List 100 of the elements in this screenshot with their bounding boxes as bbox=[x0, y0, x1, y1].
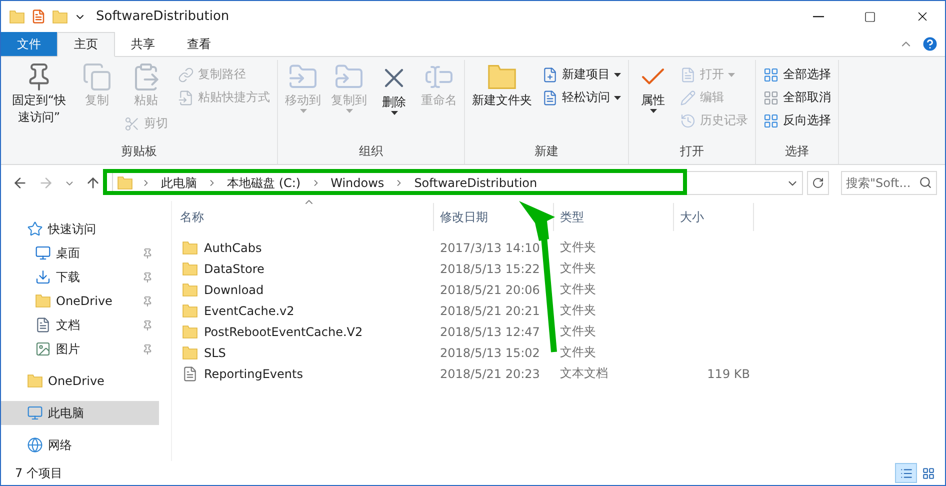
window-title: SoftwareDistribution bbox=[96, 9, 230, 24]
document-icon bbox=[182, 366, 198, 382]
download-icon bbox=[35, 269, 51, 285]
column-header[interactable]: 大小 bbox=[674, 203, 754, 231]
refresh-button[interactable] bbox=[807, 171, 829, 195]
caret-icon bbox=[728, 72, 735, 76]
address-bar[interactable]: 此电脑 本地磁盘 (C:) Windows SoftwareDistribution bbox=[112, 171, 803, 195]
ribbon-button[interactable]: 新建项目 bbox=[539, 64, 624, 85]
copy-icon bbox=[82, 62, 112, 92]
table-cell-text: 文本文档 bbox=[559, 365, 609, 382]
ribbon-button[interactable]: 全部取消 bbox=[760, 87, 834, 108]
table-cell-text: 2018/5/13 15:22 bbox=[439, 262, 541, 276]
table-cell-text: 119 KB bbox=[706, 366, 751, 380]
nav-item[interactable]: 下载 bbox=[1, 265, 159, 289]
nav-item[interactable]: 此电脑 bbox=[1, 401, 159, 425]
group-label: 选择 bbox=[784, 143, 810, 160]
file-name-cell[interactable]: EventCache.v2 bbox=[172, 302, 434, 318]
table-cell-text: 2018/5/21 20:23 bbox=[439, 366, 541, 380]
folder-icon bbox=[182, 260, 198, 276]
caret-icon bbox=[650, 109, 656, 113]
nav-item[interactable]: 快速访问 bbox=[1, 217, 159, 241]
nav-item[interactable]: OneDrive bbox=[1, 289, 159, 313]
table-cell-text: 文件夹 bbox=[559, 302, 597, 319]
properties-icon[interactable] bbox=[31, 9, 46, 24]
ribbon-button[interactable]: 删除 bbox=[374, 60, 414, 117]
breadcrumb[interactable]: SoftwareDistribution bbox=[412, 176, 540, 190]
group-label: 新建 bbox=[534, 143, 560, 160]
search-field[interactable]: 搜索"Soft... bbox=[841, 171, 937, 195]
file-menu-tab[interactable]: 文件 bbox=[1, 32, 57, 56]
table-cell-text: 2018/5/13 12:47 bbox=[439, 324, 541, 338]
scissors-icon bbox=[124, 116, 140, 132]
document-icon bbox=[680, 66, 696, 82]
document-icon bbox=[35, 317, 51, 333]
folder-icon bbox=[182, 282, 198, 298]
folder-icon bbox=[35, 293, 51, 309]
folder-icon bbox=[9, 8, 25, 24]
table-cell-text: 文件夹 bbox=[559, 260, 597, 277]
table-cell-text: 2018/5/21 20:06 bbox=[439, 282, 541, 296]
column-header[interactable]: 名称 bbox=[172, 203, 434, 231]
search-icon bbox=[919, 176, 932, 189]
group-label: 剪贴板 bbox=[120, 143, 158, 160]
group-label: 组织 bbox=[358, 143, 384, 160]
nav-item[interactable]: 桌面 bbox=[1, 241, 159, 265]
caret-icon bbox=[614, 72, 621, 76]
list-icon bbox=[900, 466, 912, 480]
new-item-icon bbox=[542, 66, 558, 82]
ribbon-button[interactable]: 轻松访问 bbox=[539, 87, 624, 108]
nav-item[interactable]: 文档 bbox=[1, 313, 159, 337]
breadcrumb[interactable]: 本地磁盘 (C:) bbox=[225, 174, 303, 192]
monitor-icon bbox=[27, 405, 43, 421]
file-name-cell[interactable]: Download bbox=[172, 282, 434, 298]
help-icon[interactable] bbox=[921, 35, 939, 53]
file-name-cell[interactable]: AuthCabs bbox=[172, 240, 434, 256]
ribbon-button[interactable]: 新建文件夹 bbox=[469, 60, 535, 111]
table-cell-text: 2018/5/13 15:02 bbox=[439, 346, 541, 360]
table-cell-text: 文件夹 bbox=[559, 239, 597, 256]
nav-item[interactable]: 网络 bbox=[1, 433, 159, 457]
refresh-icon bbox=[812, 177, 824, 189]
file-name-cell[interactable]: SLS bbox=[172, 344, 434, 360]
folder-icon bbox=[182, 324, 198, 340]
folder-icon bbox=[487, 62, 517, 92]
select-none-icon bbox=[763, 90, 779, 106]
folder-icon bbox=[27, 373, 43, 389]
history-icon bbox=[680, 112, 696, 128]
item-count: 7 个项目 bbox=[15, 464, 64, 482]
folder-icon bbox=[182, 344, 198, 360]
back-icon[interactable] bbox=[12, 175, 28, 191]
table-cell-text: 2017/3/13 14:10 bbox=[439, 240, 541, 254]
nav-item[interactable]: 图片 bbox=[1, 337, 159, 361]
ribbon-button[interactable]: 固定到“快速访问” bbox=[5, 60, 73, 128]
star-icon bbox=[27, 221, 43, 237]
ribbon-button[interactable]: 全部选择 bbox=[760, 64, 834, 85]
folder-icon bbox=[117, 175, 133, 191]
table-cell-text: 文件夹 bbox=[559, 323, 597, 340]
minimize-icon bbox=[812, 16, 824, 18]
group-label: 打开 bbox=[679, 143, 705, 160]
network-icon bbox=[27, 437, 43, 453]
table-cell-text: 文件夹 bbox=[559, 281, 597, 298]
ribbon-button[interactable]: 反向选择 bbox=[760, 110, 834, 131]
table-cell-text: 2018/5/21 20:21 bbox=[439, 304, 541, 318]
ribbon-button[interactable]: 属性 bbox=[633, 60, 673, 115]
file-name-cell[interactable]: DataStore bbox=[172, 260, 434, 276]
nav-item[interactable]: OneDrive bbox=[1, 369, 159, 393]
path-icon bbox=[178, 66, 194, 82]
ribbon-tab[interactable]: 主页 bbox=[57, 32, 115, 57]
table-cell-text: 文件夹 bbox=[559, 344, 597, 361]
desktop-icon bbox=[35, 245, 51, 261]
column-header[interactable]: 类型 bbox=[554, 203, 674, 231]
file-name-cell[interactable]: ReportingEvents bbox=[172, 366, 434, 382]
file-name-cell[interactable]: PostRebootEventCache.V2 bbox=[172, 324, 434, 340]
breadcrumb[interactable]: Windows bbox=[328, 176, 386, 190]
details-view-button[interactable] bbox=[895, 463, 917, 483]
caret-icon bbox=[300, 109, 306, 113]
select-all-icon bbox=[763, 66, 779, 82]
easy-access-icon bbox=[542, 90, 558, 106]
folder-icon bbox=[182, 240, 198, 256]
caret-icon bbox=[390, 111, 398, 115]
breadcrumb[interactable]: 此电脑 bbox=[159, 174, 199, 192]
up-icon[interactable] bbox=[85, 175, 101, 191]
shortcut-icon bbox=[178, 90, 194, 106]
